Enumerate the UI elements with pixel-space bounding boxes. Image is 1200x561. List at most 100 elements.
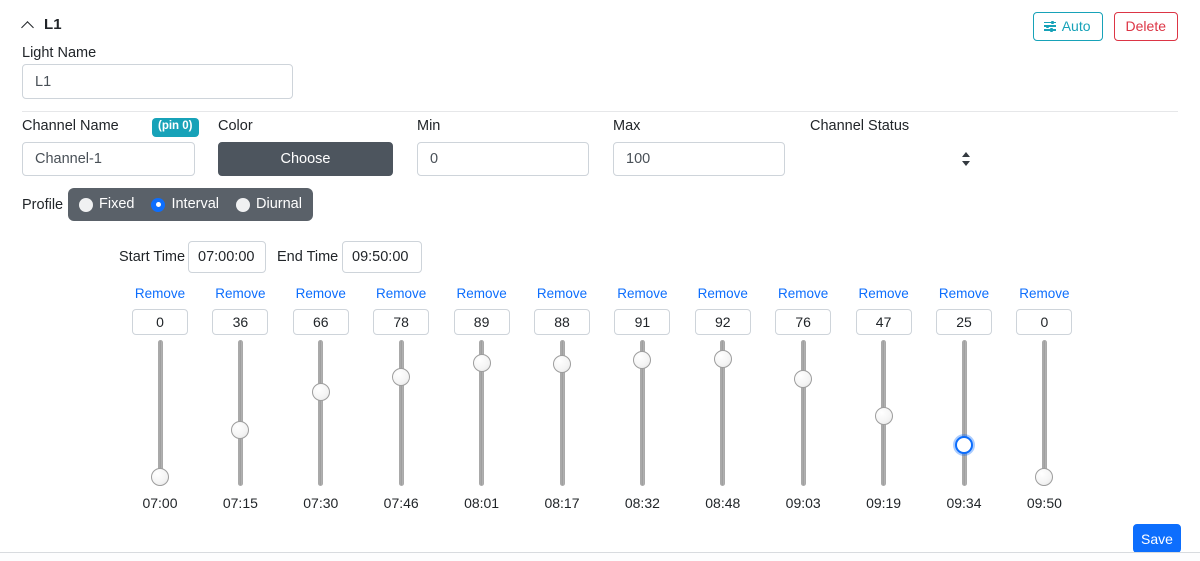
slider-track[interactable]: [801, 340, 806, 486]
delete-button[interactable]: Delete: [1114, 12, 1178, 41]
slider-track[interactable]: [962, 340, 967, 486]
slider-column: Remove 07:00: [120, 285, 200, 510]
slider-thumb[interactable]: [553, 355, 571, 373]
slider-track-area: [361, 340, 441, 490]
slider-column: Remove 09:50: [1004, 285, 1084, 510]
slider-track[interactable]: [318, 340, 323, 486]
slider-thumb-focused[interactable]: [955, 436, 973, 454]
profile-option-fixed[interactable]: Fixed: [79, 197, 134, 212]
delete-button-label: Delete: [1126, 19, 1166, 33]
channel-name-input[interactable]: [22, 142, 195, 176]
channel-status-label: Channel Status: [810, 119, 909, 134]
channel-name-label: Channel Name: [22, 119, 119, 134]
point-value-input[interactable]: [212, 309, 268, 335]
slider-column: Remove07:15: [200, 285, 280, 510]
start-time-label: Start Time: [119, 250, 185, 265]
start-time-input[interactable]: [188, 241, 266, 273]
slider-column: Remove07:46: [361, 285, 441, 510]
point-time-label: 07:00: [120, 496, 200, 510]
profile-label: Profile: [22, 198, 63, 213]
point-time-label: 08:17: [522, 496, 602, 510]
point-value-input[interactable]: [856, 309, 912, 335]
remove-point-link[interactable]: Remove: [844, 285, 924, 301]
remove-point-link[interactable]: Remove: [522, 285, 602, 301]
caret-up-icon[interactable]: [22, 18, 35, 31]
point-value-input[interactable]: [936, 309, 992, 335]
profile-option-diurnal[interactable]: Diurnal: [236, 197, 302, 212]
sliders-icon: [1044, 20, 1056, 32]
slider-column: Remove09:03: [763, 285, 843, 510]
max-input[interactable]: [613, 142, 785, 176]
slider-track[interactable]: [158, 340, 163, 486]
point-time-label: 07:30: [281, 496, 361, 510]
slider-track-area: [844, 340, 924, 490]
point-value-input[interactable]: [454, 309, 510, 335]
page-title: L1: [44, 16, 62, 33]
point-value-input[interactable]: [695, 309, 751, 335]
slider-track[interactable]: [399, 340, 404, 486]
point-value-input[interactable]: [775, 309, 831, 335]
auto-button[interactable]: Auto: [1033, 12, 1103, 41]
slider-column: Remove 08:32: [602, 285, 682, 510]
slider-thumb[interactable]: [231, 421, 249, 439]
remove-point-link[interactable]: Remove: [924, 285, 1004, 301]
save-button[interactable]: Save: [1133, 524, 1181, 553]
slider-thumb[interactable]: [794, 370, 812, 388]
end-time-label: End Time: [277, 250, 338, 265]
max-label: Max: [613, 119, 640, 134]
slider-column: Remove08:48: [683, 285, 763, 510]
radio-icon: [79, 198, 93, 212]
end-time-input[interactable]: [342, 241, 422, 273]
channel-status-wrapper: [810, 142, 982, 176]
slider-thumb[interactable]: [473, 354, 491, 372]
slider-track-area: [763, 340, 843, 490]
chevron-updown-icon: [962, 152, 971, 166]
slider-track-area: [120, 340, 200, 490]
pin-badge: (pin 0): [152, 118, 199, 137]
remove-point-link[interactable]: Remove: [442, 285, 522, 301]
point-time-label: 09:50: [1004, 496, 1084, 510]
point-value-input[interactable]: [534, 309, 590, 335]
slider-track[interactable]: [238, 340, 243, 486]
remove-point-link[interactable]: Remove: [683, 285, 763, 301]
min-input[interactable]: [417, 142, 589, 176]
auto-button-label: Auto: [1062, 19, 1091, 33]
slider-thumb[interactable]: [151, 468, 169, 486]
slider-column: Remove 08:17: [522, 285, 602, 510]
point-time-label: 08:32: [602, 496, 682, 510]
point-value-input[interactable]: [373, 309, 429, 335]
remove-point-link[interactable]: Remove: [1004, 285, 1084, 301]
light-name-input[interactable]: [22, 64, 293, 99]
remove-point-link[interactable]: Remove: [200, 285, 280, 301]
point-value-input[interactable]: [293, 309, 349, 335]
header-actions: Auto Delete: [1033, 12, 1178, 41]
slider-track-area: [924, 340, 1004, 490]
slider-track-area: [200, 340, 280, 490]
profile-option-interval[interactable]: Interval: [151, 197, 219, 212]
remove-point-link[interactable]: Remove: [120, 285, 200, 301]
remove-point-link[interactable]: Remove: [763, 285, 843, 301]
slider-track-area: [602, 340, 682, 490]
point-value-input[interactable]: [614, 309, 670, 335]
slider-thumb[interactable]: [633, 351, 651, 369]
choose-color-button[interactable]: Choose: [218, 142, 393, 176]
slider-thumb[interactable]: [1035, 468, 1053, 486]
slider-thumb[interactable]: [312, 383, 330, 401]
remove-point-link[interactable]: Remove: [281, 285, 361, 301]
slider-thumb[interactable]: [714, 350, 732, 368]
remove-point-link[interactable]: Remove: [361, 285, 441, 301]
slider-thumb[interactable]: [875, 407, 893, 425]
profile-radio-group: Fixed Interval Diurnal: [68, 188, 313, 221]
slider-thumb[interactable]: [392, 368, 410, 386]
slider-column: Remove09:34: [924, 285, 1004, 510]
slider-track[interactable]: [1042, 340, 1047, 486]
slider-track-area: [1004, 340, 1084, 490]
point-value-input[interactable]: [132, 309, 188, 335]
point-value-input[interactable]: [1016, 309, 1072, 335]
interval-slider-grid: Remove07:00Remove07:15Remove07:30Remove0…: [120, 285, 1084, 510]
slider-track-area: [522, 340, 602, 490]
slider-track-area: [683, 340, 763, 490]
light-name-label: Light Name: [22, 46, 96, 61]
slider-track-area: [281, 340, 361, 490]
remove-point-link[interactable]: Remove: [602, 285, 682, 301]
